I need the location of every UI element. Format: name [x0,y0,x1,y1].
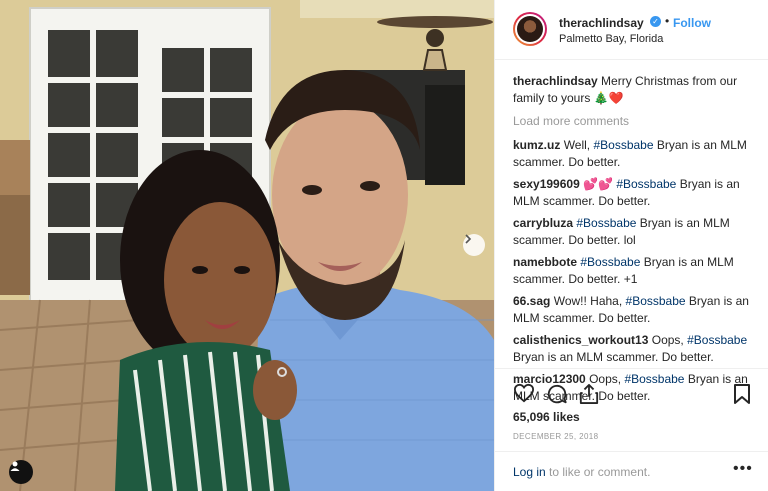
login-link[interactable]: Log in [513,465,546,479]
comment-button[interactable] [546,383,568,410]
comment-item: 66.sag Wow!! Haha, #Bossbabe Bryan is an… [513,293,758,327]
login-footer: Log in to like or comment. ••• [495,451,768,491]
separator-dot: • [665,14,670,28]
user-tag-icon [10,461,20,471]
comment-text-pre: Oops, [651,333,688,347]
comment-text-pre: Well, [563,138,594,152]
comment-text-pre: 💕💕 [583,177,617,191]
comment-item: sexy199609 💕💕 #Bossbabe Bryan is an MLM … [513,176,758,210]
comment-hashtag[interactable]: #Bossbabe [626,294,686,308]
comments-list: therachlindsay Merry Christmas from our … [513,73,758,410]
login-prompt-text: to like or comment. [545,465,651,479]
photo-image [0,0,494,491]
share-icon [579,383,599,404]
comment-bubble-icon [547,384,567,404]
comment-username[interactable]: kumz.uz [513,138,560,152]
caption-username[interactable]: therachlindsay [513,74,598,88]
comment-hashtag[interactable]: #Bossbabe [576,216,636,230]
follow-button[interactable]: Follow [673,16,711,30]
post-sidebar: therachlindsay ✓ • Follow Palmetto Bay, … [494,0,768,491]
comment-item: calisthenics_workout13 Oops, #Bossbabe B… [513,332,758,366]
next-photo-button[interactable] [463,234,485,256]
comment-hashtag[interactable]: #Bossbabe [616,177,676,191]
heart-icon [513,383,535,403]
post-header: therachlindsay ✓ • Follow Palmetto Bay, … [495,0,768,60]
comment-username[interactable]: namebbote [513,255,577,269]
comment-text-pre: Wow!! Haha, [553,294,626,308]
comment-username[interactable]: calisthenics_workout13 [513,333,648,347]
author-username[interactable]: therachlindsay [559,16,644,30]
verified-badge-icon: ✓ [650,16,661,27]
chevron-right-icon [465,234,472,244]
post-photo[interactable] [0,0,494,491]
post-date: DECEMBER 25, 2018 [513,432,599,441]
save-button[interactable] [733,383,751,410]
comment-hashtag[interactable]: #Bossbabe [593,138,653,152]
comment-item: namebbote #Bossbabe Bryan is an MLM scam… [513,254,758,288]
comment-item: carrybluza #Bossbabe Bryan is an MLM sca… [513,215,758,249]
comment-text-post: Bryan is an MLM scammer. Do better. [513,350,714,364]
load-more-comments[interactable]: Load more comments [513,113,758,130]
avatar[interactable] [513,12,547,46]
comment-hashtag[interactable]: #Bossbabe [580,255,640,269]
like-button[interactable] [513,383,535,408]
comment-username[interactable]: carrybluza [513,216,573,230]
comment-hashtag[interactable]: #Bossbabe [687,333,747,347]
user-tag-button[interactable] [9,460,33,484]
caption-emoji: 🎄❤️ [593,91,624,105]
share-button[interactable] [579,383,599,410]
bookmark-icon [734,384,750,404]
comment-username[interactable]: 66.sag [513,294,550,308]
caption: therachlindsay Merry Christmas from our … [513,73,758,107]
login-prompt: Log in to like or comment. [513,465,650,479]
comment-username[interactable]: sexy199609 [513,177,580,191]
more-options-icon[interactable]: ••• [733,460,753,478]
likes-count[interactable]: 65,096 likes [513,410,580,424]
comment-item: kumz.uz Well, #Bossbabe Bryan is an MLM … [513,137,758,171]
location-link[interactable]: Palmetto Bay, Florida [559,33,663,45]
